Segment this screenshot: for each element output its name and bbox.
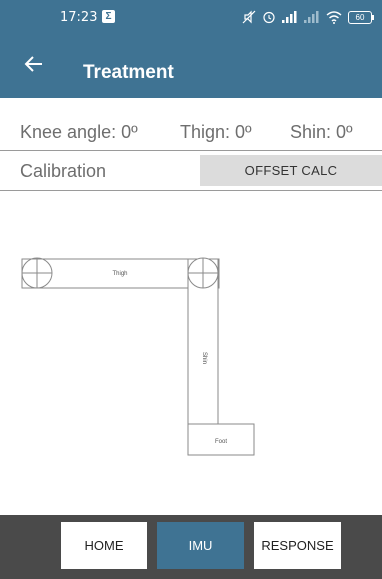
offset-calc-button[interactable]: OFFSET CALC — [200, 155, 382, 186]
foot-label: Foot — [215, 439, 227, 445]
nav-response-button[interactable]: RESPONSE — [254, 522, 341, 569]
metrics-row: Knee angle: 0º Thign: 0º Shin: 0º — [0, 98, 382, 151]
alarm-icon — [263, 11, 275, 24]
page-title: Treatment — [83, 62, 174, 83]
leg-diagram: Thigh Shin Foot — [0, 190, 382, 515]
knee-angle-readout: Knee angle: 0º — [20, 122, 138, 142]
battery-icon: 60 — [348, 10, 374, 24]
knee-joint-icon — [187, 257, 219, 289]
calibration-row: Calibration OFFSET CALC — [0, 150, 382, 191]
wifi-icon — [326, 10, 342, 24]
status-time: 17:23 — [60, 10, 98, 25]
mute-icon — [242, 10, 256, 24]
status-icons: 60 — [242, 8, 374, 26]
calibration-label: Calibration — [20, 161, 107, 181]
back-arrow-icon[interactable] — [24, 54, 44, 74]
signal-weak-icon — [304, 11, 319, 23]
sigma-notification-icon: Σ — [102, 10, 115, 23]
bottom-nav: HOME IMU RESPONSE — [0, 515, 382, 579]
nav-home-button[interactable]: HOME — [61, 522, 147, 569]
hip-joint-icon — [21, 257, 53, 289]
thigh-label: Thigh — [112, 271, 127, 277]
shin-angle-readout: Shin: 0º — [290, 122, 353, 142]
app-bar: Treatment — [0, 36, 382, 98]
thigh-angle-readout: Thign: 0º — [180, 122, 252, 142]
shin-label: Shin — [201, 352, 207, 364]
nav-imu-button[interactable]: IMU — [157, 522, 244, 569]
status-bar: 17:23 Σ 60 — [0, 0, 382, 36]
signal-icon — [282, 11, 297, 23]
